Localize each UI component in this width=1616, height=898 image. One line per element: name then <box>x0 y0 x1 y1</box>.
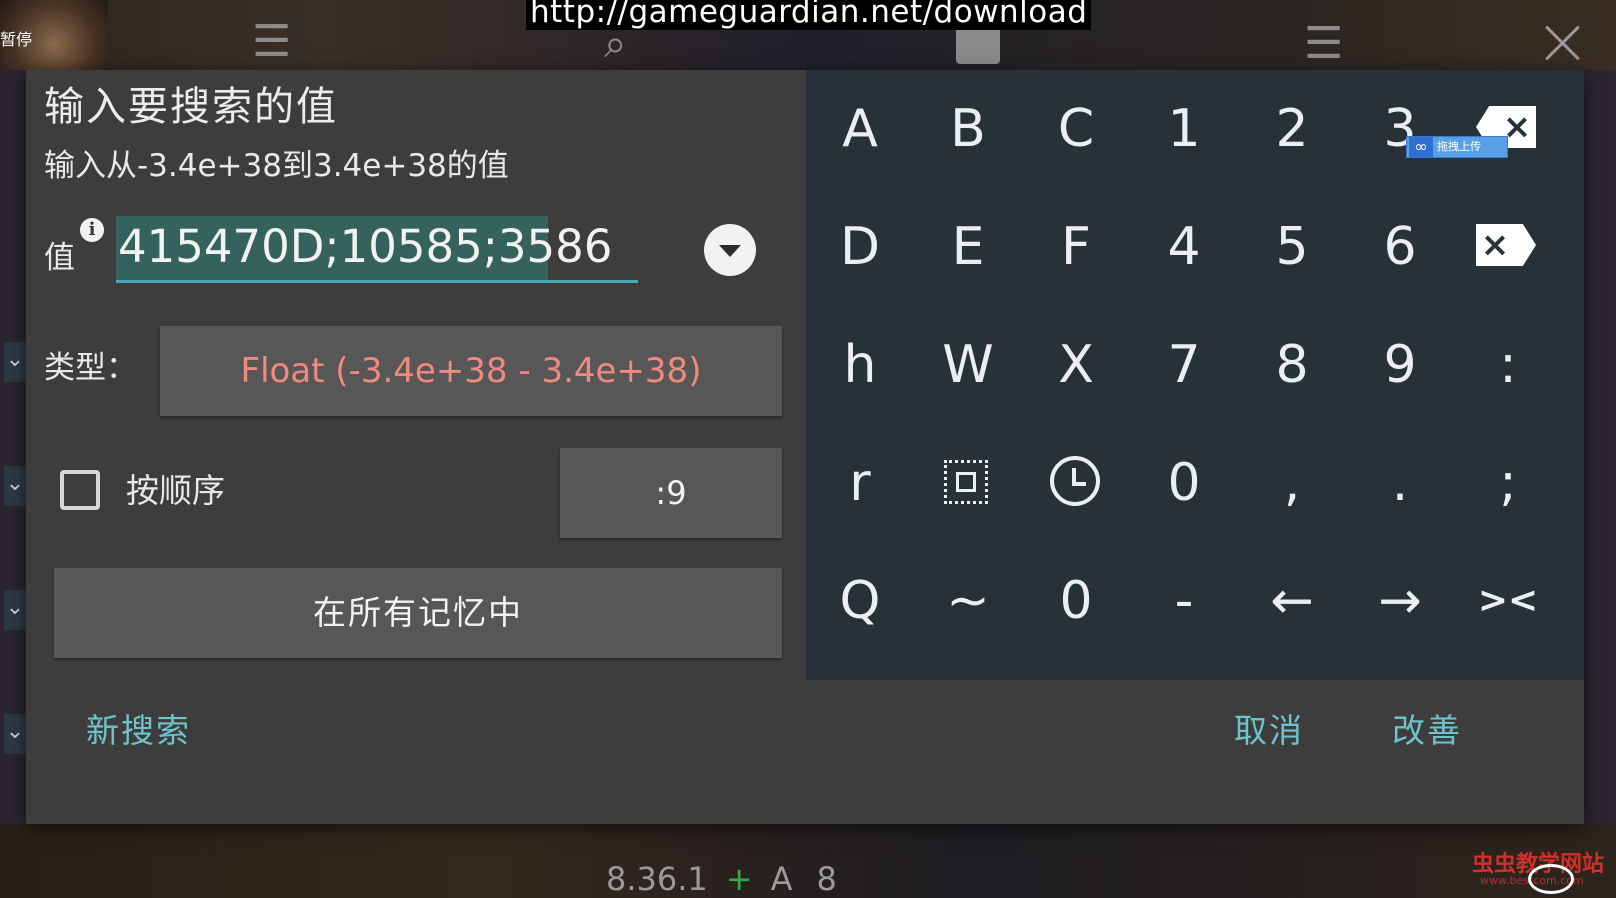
plus-text: + <box>725 860 753 898</box>
version-text: 8.36.1 <box>606 860 708 898</box>
new-search-button[interactable]: 新搜索 <box>86 704 191 752</box>
search-dialog: 输入要搜索的值 输入从-3.4e+38到3.4e+38的值 值 i 415470… <box>26 70 1584 824</box>
upload-badge[interactable]: 拖拽上传 <box>1406 136 1508 158</box>
eye-icon[interactable] <box>1528 864 1574 894</box>
hex-keypad: A B C 1 2 3 × D E F 4 5 6 × h W X 7 8 9 … <box>806 70 1584 680</box>
close-icon[interactable] <box>1542 22 1582 62</box>
order-checkbox-label[interactable]: 按顺序 <box>126 464 225 512</box>
key-q[interactable]: Q <box>806 542 914 660</box>
key-d[interactable]: D <box>806 188 914 306</box>
chevron-down-icon[interactable]: ⌄ <box>4 342 26 382</box>
chevron-down-icon[interactable]: ⌄ <box>4 714 26 754</box>
key-0[interactable]: 0 <box>1130 424 1238 542</box>
order-distance-button[interactable]: :9 <box>560 448 782 538</box>
value-label: 值 <box>44 240 75 276</box>
key-9[interactable]: 9 <box>1346 306 1454 424</box>
refine-button[interactable]: 改善 <box>1392 704 1462 752</box>
key-7[interactable]: 7 <box>1130 306 1238 424</box>
key-b[interactable]: B <box>914 70 1022 188</box>
key-dot[interactable]: . <box>1346 424 1454 542</box>
chevron-down-icon[interactable]: ⌄ <box>4 466 26 506</box>
key-2[interactable]: 2 <box>1238 70 1346 188</box>
key-w[interactable]: W <box>914 306 1022 424</box>
key-4[interactable]: 4 <box>1130 188 1238 306</box>
key-3[interactable]: 3 <box>1346 70 1454 188</box>
key-comma[interactable]: , <box>1238 424 1346 542</box>
right-edge <box>1584 70 1616 830</box>
clear-icon[interactable]: × <box>1476 224 1536 266</box>
save-icon[interactable] <box>956 24 1000 64</box>
value-history-dropdown[interactable] <box>704 224 756 276</box>
cancel-button[interactable]: 取消 <box>1234 704 1304 752</box>
key-colon[interactable]: : <box>1454 306 1562 424</box>
list-icon[interactable]: ☰ <box>1304 22 1343 66</box>
dialog-subtitle: 输入从-3.4e+38到3.4e+38的值 <box>44 148 509 184</box>
key-minus[interactable]: - <box>1130 542 1238 660</box>
pause-label[interactable]: 暂停 <box>0 26 32 50</box>
cursor-right-icon[interactable]: → <box>1346 542 1454 660</box>
key-e[interactable]: E <box>914 188 1022 306</box>
info-icon[interactable]: i <box>80 218 104 242</box>
order-checkbox[interactable] <box>60 470 100 510</box>
status-letter: A <box>770 860 793 898</box>
key-c[interactable]: C <box>1022 70 1130 188</box>
key-0b[interactable]: 0 <box>1022 542 1130 660</box>
type-label: 类型： <box>44 350 137 386</box>
key-5[interactable]: 5 <box>1238 188 1346 306</box>
dialog-title: 输入要搜索的值 <box>44 84 338 130</box>
chevron-down-icon[interactable]: ⌄ <box>4 590 26 630</box>
type-select-value: Float (-3.4e+38 - 3.4e+38) <box>240 351 702 391</box>
type-select[interactable]: Float (-3.4e+38 - 3.4e+38) <box>160 326 782 416</box>
key-r[interactable]: r <box>806 424 914 542</box>
key-x[interactable]: X <box>1022 306 1130 424</box>
cursor-left-icon[interactable]: ← <box>1238 542 1346 660</box>
collapse-icon[interactable]: >< <box>1454 542 1562 660</box>
key-1[interactable]: 1 <box>1130 70 1238 188</box>
memory-range-button[interactable]: 在所有记忆中 <box>54 568 782 658</box>
url-banner: http://gameguardian.net/download <box>526 0 1092 30</box>
key-h[interactable]: h <box>806 306 914 424</box>
key-a[interactable]: A <box>806 70 914 188</box>
key-8[interactable]: 8 <box>1238 306 1346 424</box>
select-all-icon[interactable] <box>944 460 988 504</box>
status-count: 8 <box>816 860 837 898</box>
key-semicolon[interactable]: ; <box>1454 424 1562 542</box>
key-6[interactable]: 6 <box>1346 188 1454 306</box>
value-input[interactable]: 415470D;10585;3586 <box>118 220 612 273</box>
sliders-icon[interactable]: ☰ <box>252 20 291 64</box>
key-f[interactable]: F <box>1022 188 1130 306</box>
history-icon[interactable] <box>1050 456 1100 506</box>
status-bar: 8.36.1 + A 8 <box>606 860 837 898</box>
value-underline <box>116 280 638 283</box>
key-tilde[interactable]: ~ <box>914 542 1022 660</box>
